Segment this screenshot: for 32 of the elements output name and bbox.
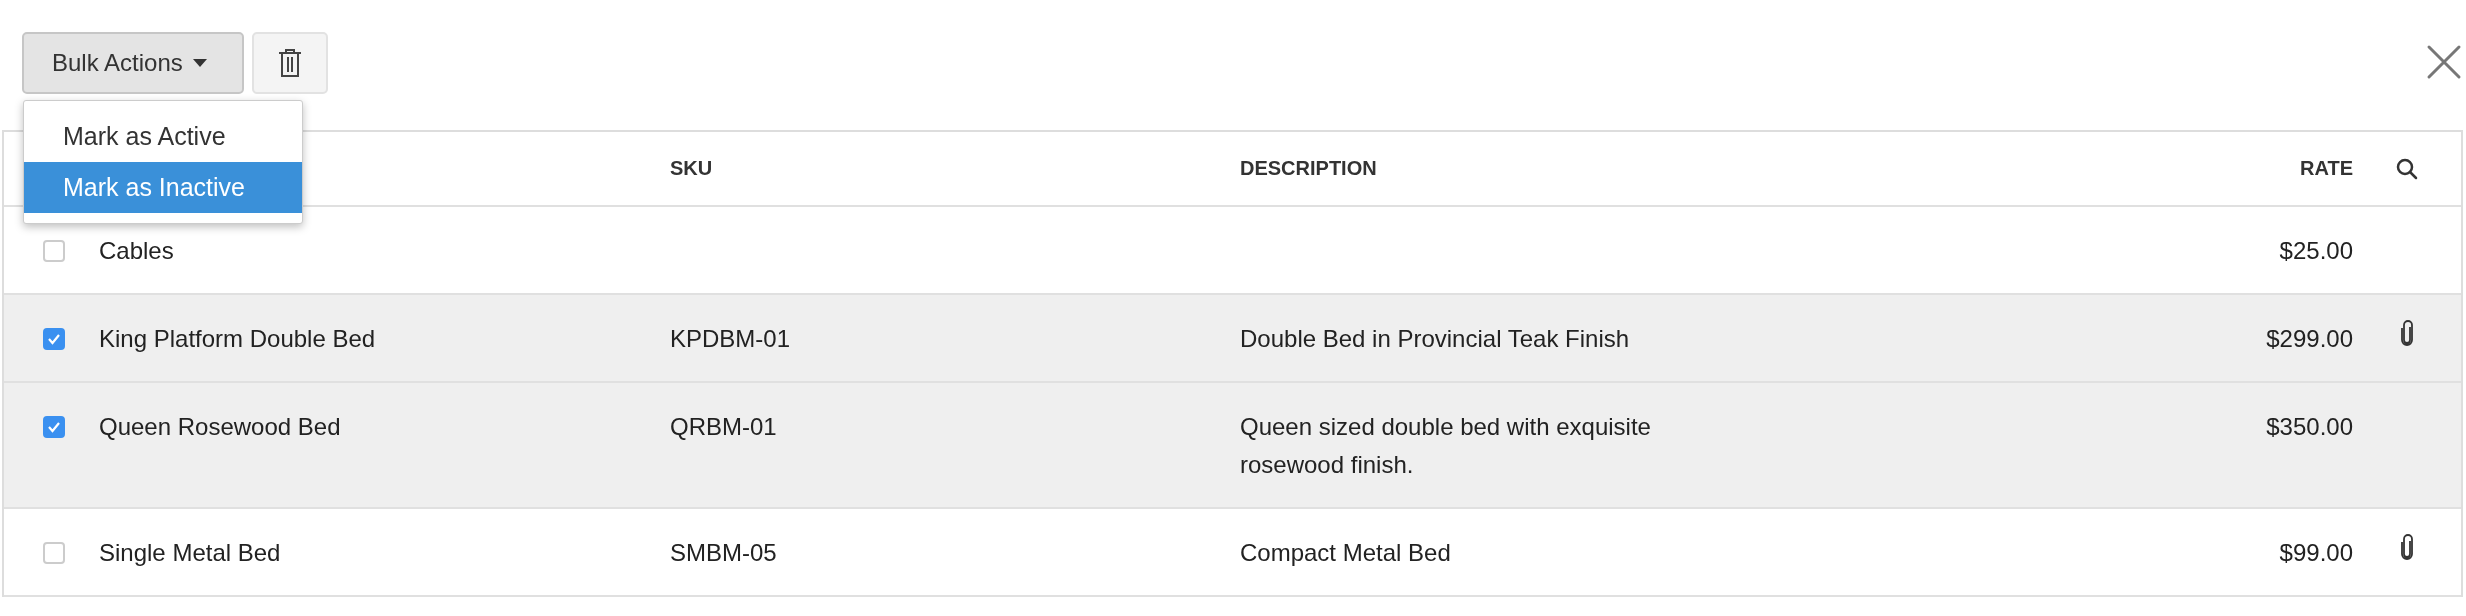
column-header: RATE [2300,157,2353,179]
rate-cell: $299.00 [2266,325,2353,352]
sku-cell: SMBM-05 [670,539,777,566]
caret-icon [192,59,207,67]
item-name: King Platform Double Bed [99,325,376,352]
item-name: Single Metal Bed [99,539,281,566]
delete-button[interactable] [252,32,328,94]
sku-cell: QRBM-01 [670,413,777,440]
paperclip-icon[interactable] [2400,320,2414,346]
rate-cell: $25.00 [2279,237,2353,264]
item-name: Cables [99,237,174,264]
row-checkbox[interactable] [43,240,65,262]
check-icon [47,333,61,345]
description-cell: Queen sized double bed with exquisite rosewood finish. [1240,413,1651,478]
description-cell: Double Bed in Provincial Teak Finish [1240,325,1630,352]
search-icon[interactable] [2396,157,2418,180]
close-icon[interactable] [2426,44,2462,80]
rate-cell: $350.00 [2266,413,2353,440]
paperclip-icon[interactable] [2400,534,2414,560]
sku-cell: KPDBM-01 [670,325,791,352]
bulk-actions-button[interactable]: Bulk Actions [22,32,244,94]
row-checkbox[interactable] [43,416,65,438]
column-header: DESCRIPTION [1240,157,1377,179]
description-cell: Compact Metal Bed [1240,539,1451,566]
column-header: SKU [670,157,713,179]
check-icon [47,421,61,433]
menu-item[interactable]: Mark as Active [24,111,302,162]
rate-cell: $99.00 [2279,539,2353,566]
item-name: Queen Rosewood Bed [99,413,341,440]
trash-icon [278,48,302,78]
row-checkbox[interactable] [43,328,65,350]
row-checkbox[interactable] [43,542,65,564]
